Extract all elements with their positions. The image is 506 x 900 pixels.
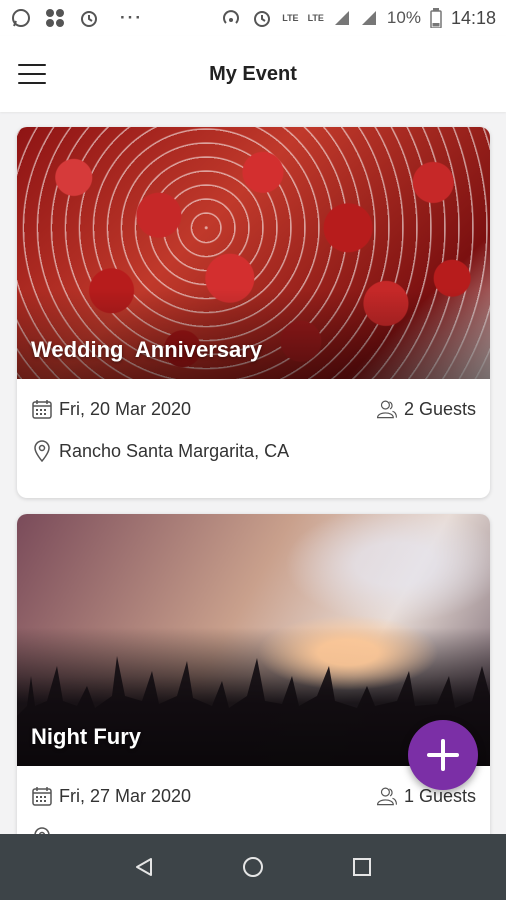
app-grid-icon [44, 7, 66, 29]
event-location: Rancho Santa Margarita, CA [31, 440, 290, 463]
hamburger-icon-line [18, 73, 46, 75]
event-date: Fri, 20 Mar 2020 [31, 398, 191, 420]
event-guests-text: 2 Guests [403, 398, 476, 419]
status-left: ··· [10, 7, 143, 29]
plus-icon [427, 739, 459, 771]
back-triangle-icon [136, 858, 153, 876]
hamburger-icon-line [18, 82, 46, 84]
event-guests: 1 Guests [376, 785, 476, 807]
recents-button[interactable] [342, 847, 382, 887]
event-location-row [31, 824, 476, 834]
overflow-dots: ··· [120, 8, 143, 27]
home-circle-icon [242, 857, 263, 877]
location-pin-icon [31, 827, 53, 834]
event-guests: 2 Guests [376, 398, 476, 420]
event-details: Fri, 27 Mar 2020 1 Guests [17, 782, 490, 834]
calendar-icon [31, 785, 53, 807]
event-location [31, 827, 53, 834]
alarm-icon-2 [251, 7, 273, 29]
calendar-icon [31, 398, 53, 420]
signal-icon [333, 9, 351, 27]
event-date: Fri, 27 Mar 2020 [31, 785, 191, 807]
add-event-button[interactable] [408, 720, 478, 790]
signal-icon-2 [360, 9, 378, 27]
hotspot-icon [220, 7, 242, 29]
battery-icon [430, 8, 442, 28]
page-title: My Event [209, 62, 297, 85]
event-info-row: Fri, 20 Mar 2020 2 Guests [31, 395, 476, 423]
event-date-text: Fri, 20 Mar 2020 [59, 398, 192, 419]
alarm-icon [78, 7, 100, 29]
event-date-text: Fri, 27 Mar 2020 [59, 785, 192, 806]
status-bar: ··· LTE LTE 10% 14:18 [0, 0, 506, 36]
app-bar: My Event [0, 36, 506, 112]
system-nav-bar [0, 834, 506, 900]
recents-square-icon [352, 858, 371, 876]
event-location-text: Rancho Santa Margarita, CA [59, 440, 290, 461]
location-pin-icon [31, 440, 53, 463]
lte-label-1: LTE [282, 12, 299, 23]
lte-label-2: LTE [307, 12, 324, 23]
battery-percent: 10% [386, 8, 421, 27]
whatsapp-icon [10, 7, 32, 29]
people-icon [376, 398, 398, 420]
clock: 14:18 [450, 7, 496, 28]
back-button[interactable] [124, 847, 164, 887]
hamburger-icon [18, 64, 46, 66]
event-title: Wedding Anniversary [31, 337, 263, 362]
event-title: Night Fury [31, 724, 141, 749]
people-icon [376, 785, 398, 807]
home-button[interactable] [233, 847, 273, 887]
event-card[interactable]: Night Fury Fri, 27 Mar 2020 1 Guests [17, 514, 490, 834]
event-info-row: Fri, 27 Mar 2020 1 Guests [31, 782, 476, 810]
event-card[interactable]: Wedding Anniversary Fri, 20 Mar 2020 2 G… [17, 127, 490, 498]
menu-button[interactable] [18, 64, 46, 84]
event-location-row: Rancho Santa Margarita, CA [31, 437, 476, 465]
event-image-roses: Wedding Anniversary [17, 127, 490, 379]
status-right: LTE LTE 10% 14:18 [220, 7, 496, 29]
event-details: Fri, 20 Mar 2020 2 Guests Rancho Santa M… [17, 395, 490, 465]
